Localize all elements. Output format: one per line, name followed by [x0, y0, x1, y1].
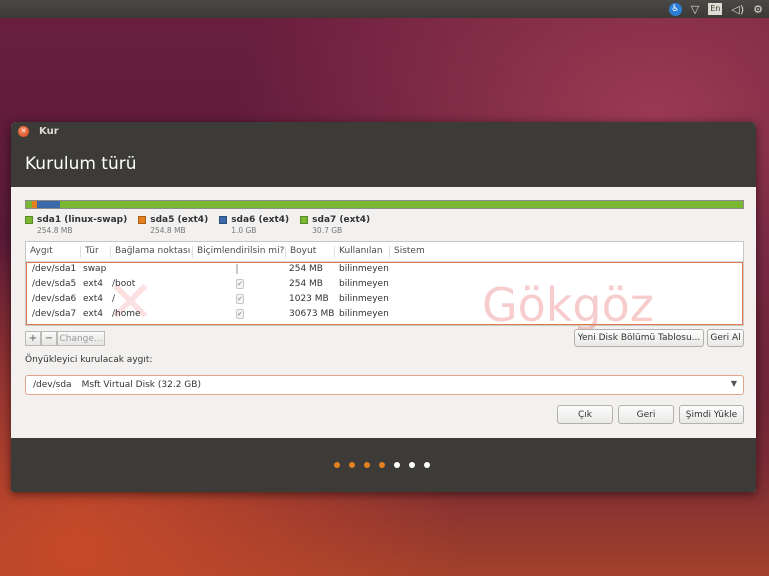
legend-item: sda6 (ext4) 1.0 GB [219, 215, 289, 235]
keyboard-lang-indicator[interactable]: En [708, 3, 723, 15]
progress-dot [364, 462, 370, 468]
remove-partition-button[interactable]: − [41, 331, 57, 346]
bootloader-device: /dev/sda [33, 380, 72, 390]
column-header-device[interactable]: Aygıt [26, 246, 78, 258]
new-partition-table-button[interactable]: Yeni Disk Bölümü Tablosu... [574, 329, 704, 347]
progress-dot [394, 462, 400, 468]
page-content: sda1 (linux-swap) 254.8 MB sda5 (ext4) 2… [11, 187, 756, 437]
legend-swatch [138, 216, 147, 224]
change-partition-button[interactable]: Change... [57, 331, 105, 346]
column-header-type[interactable]: Tür [80, 246, 107, 258]
usage-segment [60, 201, 743, 208]
legend-size: 30.7 GB [312, 226, 343, 235]
accessibility-icon[interactable]: ♿ [668, 2, 682, 16]
legend-swatch [300, 216, 309, 224]
format-checkbox[interactable]: ✔ [236, 309, 244, 319]
legend-swatch [219, 216, 228, 224]
cell-mount: /boot [112, 279, 136, 289]
table-row[interactable]: /dev/sda7 ext4 /home ✔ 30673 MB bilinmey… [26, 307, 743, 322]
close-icon[interactable]: ✕ [18, 125, 29, 137]
legend-item: sda5 (ext4) 254.8 MB [138, 215, 208, 235]
legend-label: sda1 (linux-swap) [37, 215, 128, 225]
cell-used: bilinmeyen [339, 279, 389, 289]
window-title: Kur [39, 125, 59, 137]
cell-type: ext4 [83, 294, 103, 304]
table-row[interactable]: /dev/sda5 ext4 /boot ✔ 254 MB bilinmeyen [26, 277, 743, 292]
table-header: Aygıt Tür Bağlama noktası Biçimlendirils… [26, 242, 743, 262]
cell-type: ext4 [83, 279, 103, 289]
partition-tools: + − Change... [25, 331, 105, 346]
cell-used: bilinmeyen [339, 309, 389, 319]
progress-dots [334, 462, 430, 468]
legend-size: 254.8 MB [37, 226, 73, 235]
partition-legend: sda1 (linux-swap) 254.8 MB sda5 (ext4) 2… [25, 215, 381, 235]
cell-device: /dev/sda7 [32, 309, 77, 319]
legend-item: sda1 (linux-swap) 254.8 MB [25, 215, 127, 235]
volume-icon[interactable]: ◁) [731, 3, 744, 16]
format-checkbox[interactable]: ✔ [236, 294, 244, 304]
wifi-icon[interactable]: ▽ [691, 3, 699, 16]
legend-swatch [25, 216, 33, 224]
column-header-size[interactable]: Boyut [285, 246, 330, 258]
partition-usage-bar [25, 200, 744, 209]
bootloader-device-select[interactable]: /dev/sda Msft Virtual Disk (32.2 GB) ▼ [25, 375, 744, 395]
progress-dot [379, 462, 385, 468]
page-header: Kurulum türü [11, 140, 756, 187]
cell-device: /dev/sda1 [32, 264, 77, 274]
top-panel: ♿ ▽ En ◁) ⚙ [0, 0, 769, 18]
chevron-down-icon: ▼ [730, 379, 737, 388]
cell-size: 1023 MB [289, 294, 329, 304]
table-row[interactable]: /dev/sda6 ext4 / ✔ 1023 MB bilinmeyen [26, 292, 743, 307]
table-body: ✕ Gökgöz /dev/sda1 swap 254 MB bilinmeye… [26, 262, 743, 336]
revert-button[interactable]: Geri Al [707, 329, 744, 347]
progress-dot [424, 462, 430, 468]
column-header-system[interactable]: Sistem [389, 246, 434, 258]
legend-label: sda7 (ext4) [312, 215, 371, 225]
progress-dot [349, 462, 355, 468]
cell-used: bilinmeyen [339, 264, 389, 274]
page-title: Kurulum türü [25, 154, 137, 174]
partition-table: Aygıt Tür Bağlama noktası Biçimlendirils… [25, 241, 744, 336]
legend-item: sda7 (ext4) 30.7 GB [300, 215, 370, 235]
legend-size: 254.8 MB [150, 226, 186, 235]
table-row[interactable]: /dev/sda1 swap 254 MB bilinmeyen [26, 262, 743, 277]
legend-label: sda6 (ext4) [231, 215, 290, 225]
installer-footer [11, 438, 756, 492]
progress-dot [334, 462, 340, 468]
settings-gear-icon[interactable]: ⚙ [753, 3, 763, 16]
progress-dot [409, 462, 415, 468]
cell-type: ext4 [83, 309, 103, 319]
column-header-used[interactable]: Kullanılan [334, 246, 385, 258]
legend-size: 1.0 GB [231, 226, 257, 235]
window-titlebar: ✕ Kur [11, 122, 756, 140]
legend-label: sda5 (ext4) [150, 215, 209, 225]
column-header-format[interactable]: Biçimlendirilsin mi? [192, 246, 285, 258]
format-checkbox[interactable] [236, 264, 238, 274]
back-button[interactable]: Geri [618, 405, 674, 424]
cell-mount: / [112, 294, 116, 304]
usage-segment [37, 201, 61, 208]
add-partition-button[interactable]: + [25, 331, 41, 346]
cell-size: 254 MB [289, 264, 323, 274]
cell-type: swap [83, 264, 107, 274]
cell-mount: /home [112, 309, 141, 319]
cell-device: /dev/sda5 [32, 279, 77, 289]
bootloader-device-desc: Msft Virtual Disk (32.2 GB) [81, 380, 201, 390]
cell-device: /dev/sda6 [32, 294, 77, 304]
format-checkbox[interactable]: ✔ [236, 279, 244, 289]
cell-used: bilinmeyen [339, 294, 389, 304]
column-header-mount[interactable]: Bağlama noktası [110, 246, 193, 258]
bootloader-label: Önyükleyici kurulacak aygıt: [25, 355, 153, 365]
cell-size: 254 MB [289, 279, 323, 289]
installer-window: ✕ Kur Kurulum türü sda1 (linux-swap) 254… [11, 122, 756, 492]
cell-size: 30673 MB [289, 309, 335, 319]
quit-button[interactable]: Çık [557, 405, 613, 424]
install-now-button[interactable]: Şimdi Yükle [679, 405, 744, 424]
